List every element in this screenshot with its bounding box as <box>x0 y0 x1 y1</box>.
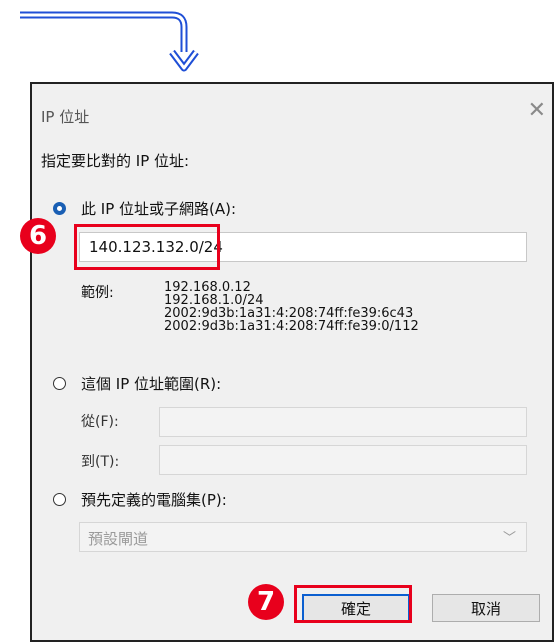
step-badge-7: 7 <box>248 584 284 620</box>
flow-arrow <box>20 11 199 72</box>
ip-address-dialog: IP 位址 ✕ 指定要比對的 IP 位址: 此 IP 位址或子網路(A): 14… <box>30 82 554 642</box>
example-line: 2002:9d3b:1a31:4:208:74ff:fe39:0/112 <box>164 319 419 334</box>
radio-predefined[interactable] <box>53 493 66 506</box>
radio-subnet[interactable] <box>53 202 66 215</box>
range-to-input[interactable] <box>159 445 527 475</box>
cancel-button[interactable]: 取消 <box>432 594 540 622</box>
predefined-select[interactable]: 預設閘道 ﹀ <box>79 522 527 552</box>
radio-range-label[interactable]: 這個 IP 位址範圍(R): <box>81 373 221 394</box>
dialog-prompt: 指定要比對的 IP 位址: <box>41 152 190 170</box>
title-bar: IP 位址 ✕ <box>32 84 552 134</box>
chevron-down-icon: ﹀ <box>502 531 516 546</box>
examples-list: 192.168.0.12 192.168.1.0/24 2002:9d3b:1a… <box>164 281 419 333</box>
highlight-ok-button <box>294 585 412 623</box>
to-label: 到(T): <box>81 454 120 470</box>
radio-predefined-label[interactable]: 預先定義的電腦集(P): <box>81 489 227 510</box>
from-label: 從(F): <box>81 414 119 430</box>
dialog-title: IP 位址 <box>41 108 90 126</box>
radio-subnet-label[interactable]: 此 IP 位址或子網路(A): <box>81 198 236 219</box>
step-badge-6: 6 <box>20 218 56 254</box>
highlight-subnet-input <box>74 224 220 270</box>
examples-label: 範例: <box>81 285 114 301</box>
range-from-input[interactable] <box>159 407 527 437</box>
close-icon[interactable]: ✕ <box>528 100 546 122</box>
radio-range[interactable] <box>53 377 66 390</box>
predefined-select-value: 預設閘道 <box>88 530 149 548</box>
